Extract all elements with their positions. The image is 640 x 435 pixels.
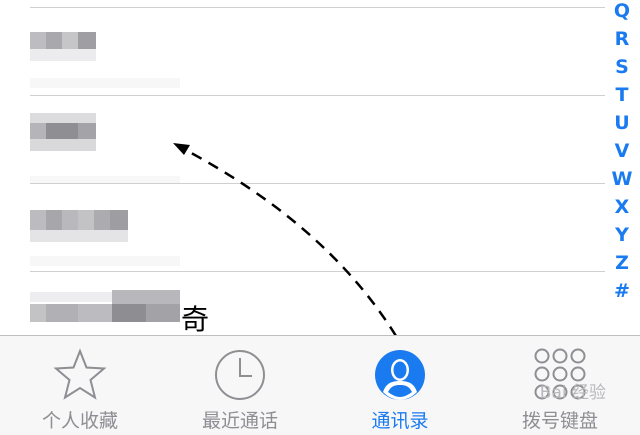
tab-contacts[interactable]: 通讯录 — [320, 336, 480, 435]
tab-favorites[interactable]: 个人收藏 — [0, 336, 160, 435]
clock-icon — [215, 350, 265, 400]
tab-contacts-label: 通讯录 — [371, 410, 429, 432]
watermark-logo: Bai 经验 — [539, 383, 606, 403]
tab-keypad-label: 拨号键盘 — [521, 410, 598, 432]
annotation-arrow-head — [173, 143, 190, 155]
tab-recents[interactable]: 最近通话 — [160, 336, 320, 435]
tab-bar: 个人收藏 最近通话 通讯录 拨号键盘 Bai 经验 — [0, 335, 640, 435]
star-icon — [53, 348, 107, 400]
annotation-arrow-line — [181, 146, 398, 337]
contacts-icon — [375, 350, 425, 400]
tab-recents-label: 最近通话 — [201, 410, 278, 432]
tab-favorites-label: 个人收藏 — [41, 410, 118, 432]
